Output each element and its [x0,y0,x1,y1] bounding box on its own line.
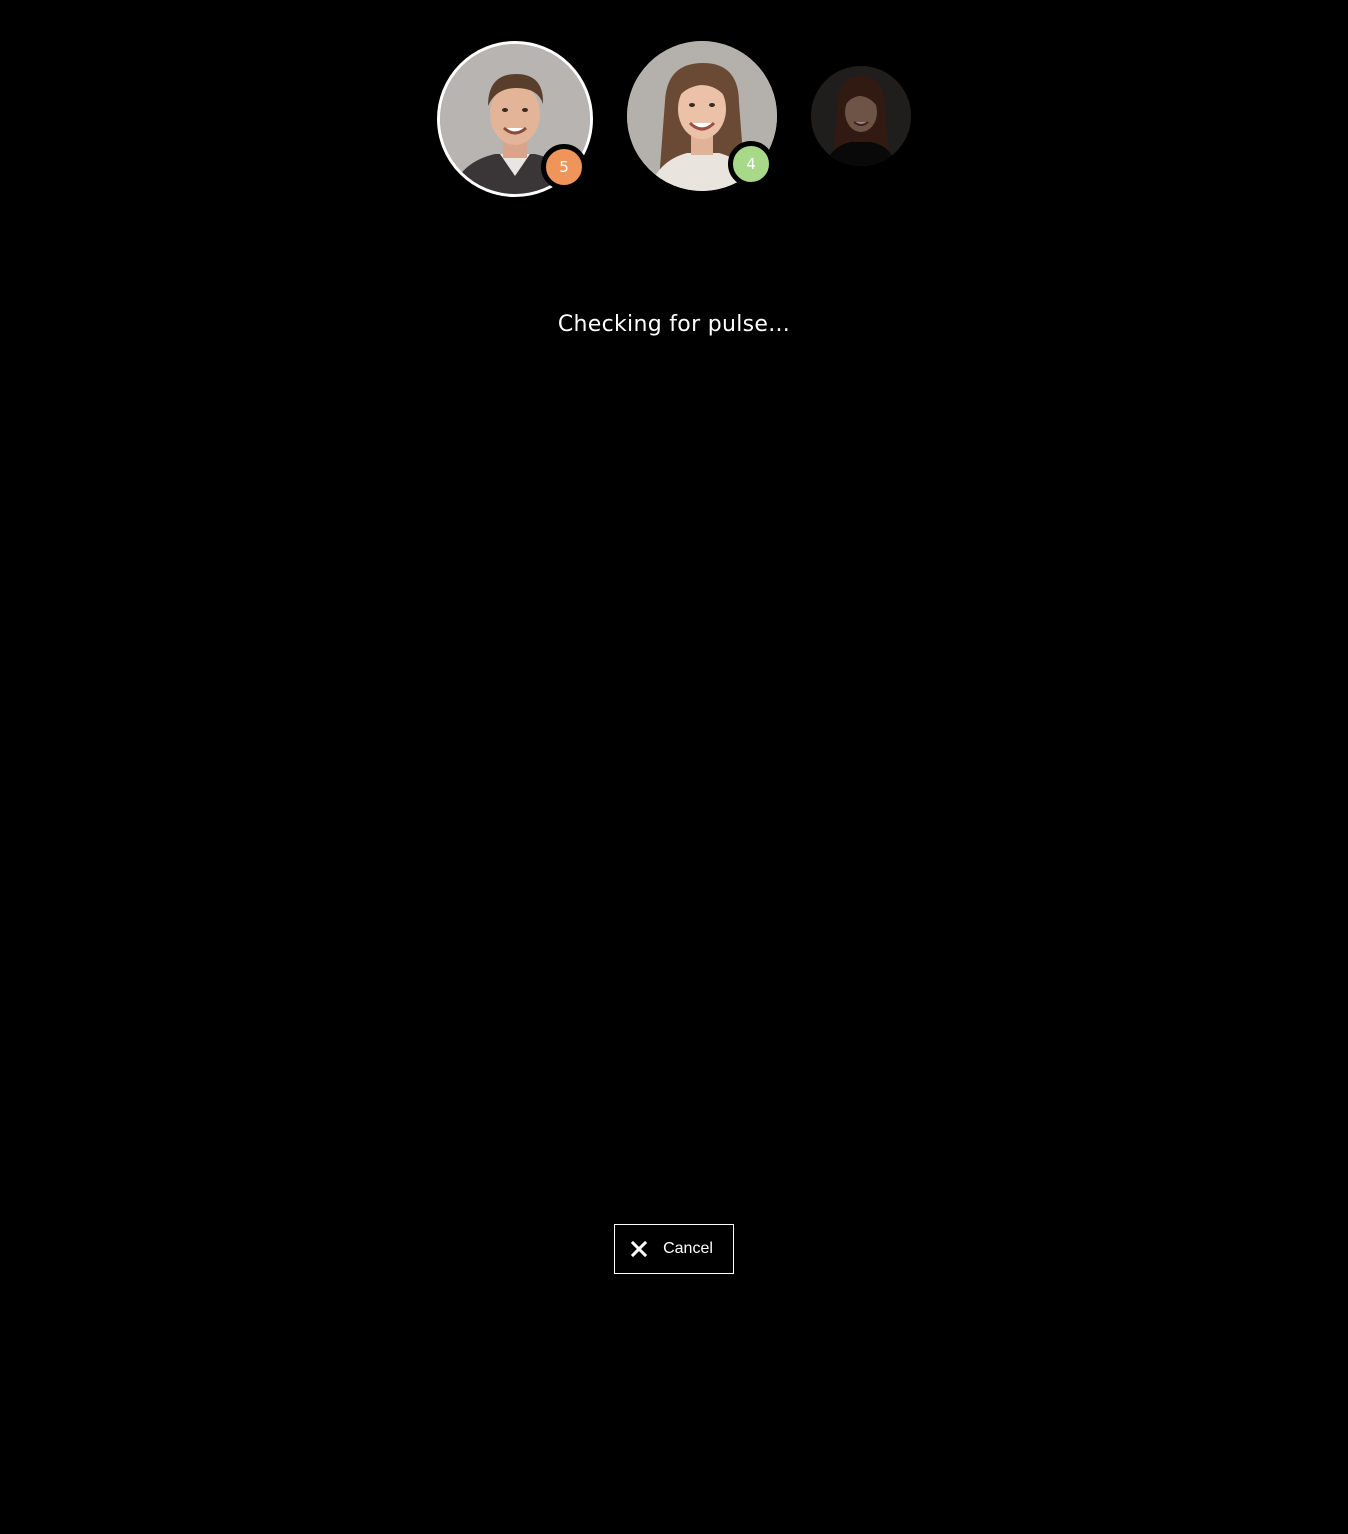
score-badge-user-2: 4 [728,141,774,187]
avatar-user-3[interactable] [811,66,911,166]
close-icon [631,1241,648,1257]
cancel-button[interactable]: Cancel [614,1224,734,1274]
pulse-check-screen: 5 4 Checking for pulse... Cancel [0,0,1348,1534]
score-badge-user-1: 5 [541,144,587,190]
avatar-photo [811,66,911,166]
status-message: Checking for pulse... [557,312,791,337]
cancel-button-label: Cancel [663,1240,713,1257]
